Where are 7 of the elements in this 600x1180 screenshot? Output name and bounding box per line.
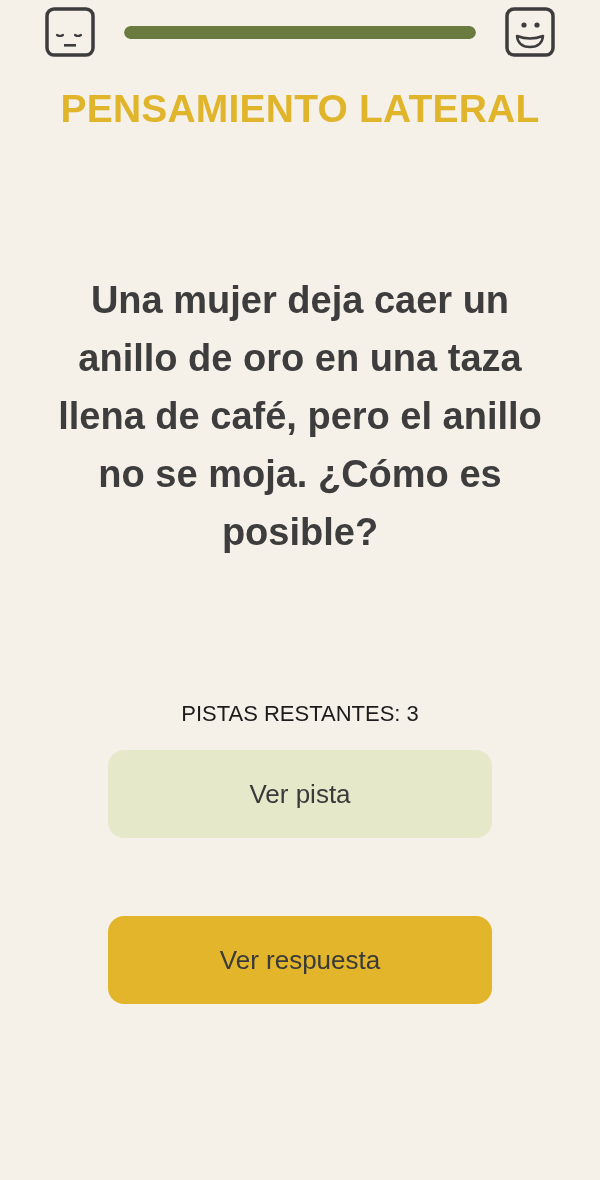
- sleepy-face-icon: [45, 7, 95, 57]
- hint-button[interactable]: Ver pista: [108, 750, 492, 838]
- riddle-question: Una mujer deja caer un anillo de oro en una taza llena de café, pero el anillo no se moja. ¿Cómo es posible?: [57, 278, 543, 555]
- answer-button[interactable]: Ver respuesta: [108, 916, 492, 1004]
- hints-remaining-label: PISTAS RESTANTES: 3: [181, 701, 419, 727]
- smiling-face-icon: [505, 7, 555, 57]
- app-title: PENSAMIENTO LATERAL: [60, 87, 540, 131]
